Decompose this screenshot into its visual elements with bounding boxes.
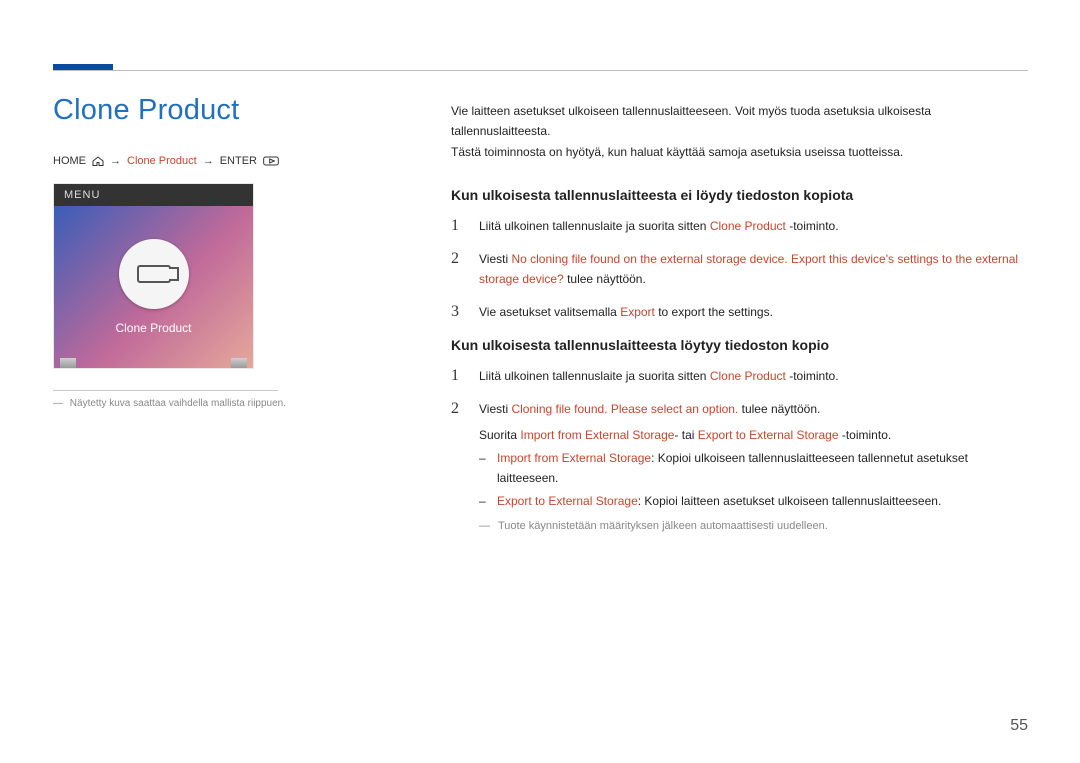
step: 2 Viesti Cloning file found. Please sele…: [451, 399, 1028, 536]
breadcrumb: HOME → Clone Product → ENTER: [53, 155, 279, 167]
step-body: Liitä ulkoinen tallennuslaite ja suorita…: [479, 216, 1028, 237]
step-number: 1: [451, 216, 465, 237]
breadcrumb-arrow: →: [203, 155, 214, 167]
page-number: 55: [1010, 717, 1028, 735]
step-text: tulee näyttöön.: [564, 272, 646, 286]
step-text: -toiminto.: [839, 428, 892, 442]
step-text: tulee näyttöön.: [738, 402, 820, 416]
step-highlight: No cloning file found on the external st…: [479, 252, 1018, 286]
preview-footnote-text: Näytetty kuva saattaa vaihdella mallista…: [70, 398, 286, 409]
step-text: -toiminto.: [786, 219, 839, 233]
step-number: 1: [451, 366, 465, 387]
step-highlight: Import from External Storage: [520, 428, 674, 442]
step-highlight: Clone Product: [710, 369, 786, 383]
preview-rule: [53, 390, 278, 391]
header-rule: [53, 70, 1028, 71]
step: 2 Viesti No cloning file found on the ex…: [451, 249, 1028, 290]
preview-stand: [60, 358, 76, 368]
preview-stand: [231, 358, 247, 368]
step-text: -toiminto.: [786, 369, 839, 383]
step: 1 Liitä ulkoinen tallennuslaite ja suori…: [451, 216, 1028, 237]
preview-screenshot: MENU Clone Product: [53, 183, 254, 369]
step-body: Viesti No cloning file found on the exte…: [479, 249, 1028, 290]
preview-label: Clone Product: [115, 321, 191, 335]
step-number: 2: [451, 249, 465, 290]
step-text: Liitä ulkoinen tallennuslaite ja suorita…: [479, 369, 710, 383]
section-heading-file-found: Kun ulkoisesta tallennuslaitteesta löyty…: [451, 334, 1028, 358]
step-text: Liitä ulkoinen tallennuslaite ja suorita…: [479, 219, 710, 233]
step-body: Liitä ulkoinen tallennuslaite ja suorita…: [479, 366, 1028, 387]
step-text: Suorita: [479, 428, 520, 442]
preview-menu-bar: MENU: [54, 184, 253, 206]
footnote-dash: ―: [479, 517, 490, 536]
usb-drive-icon: [137, 265, 171, 283]
breadcrumb-arrow: →: [110, 155, 121, 167]
enter-icon: [263, 156, 279, 166]
breadcrumb-enter: ENTER: [220, 155, 257, 167]
preview-menu-label: MENU: [64, 189, 100, 201]
step-highlight: Export to External Storage: [698, 428, 839, 442]
section-heading-no-file: Kun ulkoisesta tallennuslaitteesta ei lö…: [451, 184, 1028, 208]
footnote: ― Tuote käynnistetään määrityksen jälkee…: [479, 517, 1028, 536]
step-body: Vie asetukset valitsemalla Export to exp…: [479, 302, 1028, 323]
intro-line: Vie laitteen asetukset ulkoiseen tallenn…: [451, 101, 1028, 142]
step-highlight: Cloning file found. Please select an opt…: [511, 402, 738, 416]
step-text: - tai: [674, 428, 697, 442]
sub-item: – Import from External Storage: Kopioi u…: [479, 448, 1028, 489]
intro-line: Tästä toiminnosta on hyötyä, kun haluat …: [451, 142, 1028, 162]
step-text: to export the settings.: [655, 305, 773, 319]
step-text: Vie asetukset valitsemalla: [479, 305, 620, 319]
step-highlight: Clone Product: [710, 219, 786, 233]
page-title: Clone Product: [53, 94, 239, 127]
sub-item: – Export to External Storage: Kopioi lai…: [479, 491, 1028, 511]
footnote-dash: ―: [53, 398, 63, 409]
step-body: Viesti Cloning file found. Please select…: [479, 399, 1028, 536]
breadcrumb-clone-product: Clone Product: [127, 155, 197, 167]
step: 1 Liitä ulkoinen tallennuslaite ja suori…: [451, 366, 1028, 387]
sub-item-highlight: Import from External Storage: [497, 451, 651, 465]
sub-item-text: : Kopioi laitteen asetukset ulkoiseen ta…: [638, 494, 942, 508]
preview-body: Clone Product: [54, 206, 253, 368]
dash-bullet: –: [479, 448, 487, 489]
step-highlight: Export: [620, 305, 655, 319]
intro-text: Vie laitteen asetukset ulkoiseen tallenn…: [451, 101, 1028, 162]
step: 3 Vie asetukset valitsemalla Export to e…: [451, 302, 1028, 323]
step-number: 2: [451, 399, 465, 536]
breadcrumb-home: HOME: [53, 155, 86, 167]
preview-footnote: ― Näytetty kuva saattaa vaihdella mallis…: [53, 398, 343, 409]
footnote-text: Tuote käynnistetään määrityksen jälkeen …: [498, 517, 828, 536]
preview-circle: [119, 239, 189, 309]
home-icon: [92, 156, 104, 166]
step-text: Viesti: [479, 252, 511, 266]
step-text: Viesti: [479, 402, 511, 416]
dash-bullet: –: [479, 491, 487, 511]
sub-item-highlight: Export to External Storage: [497, 494, 638, 508]
step-number: 3: [451, 302, 465, 323]
